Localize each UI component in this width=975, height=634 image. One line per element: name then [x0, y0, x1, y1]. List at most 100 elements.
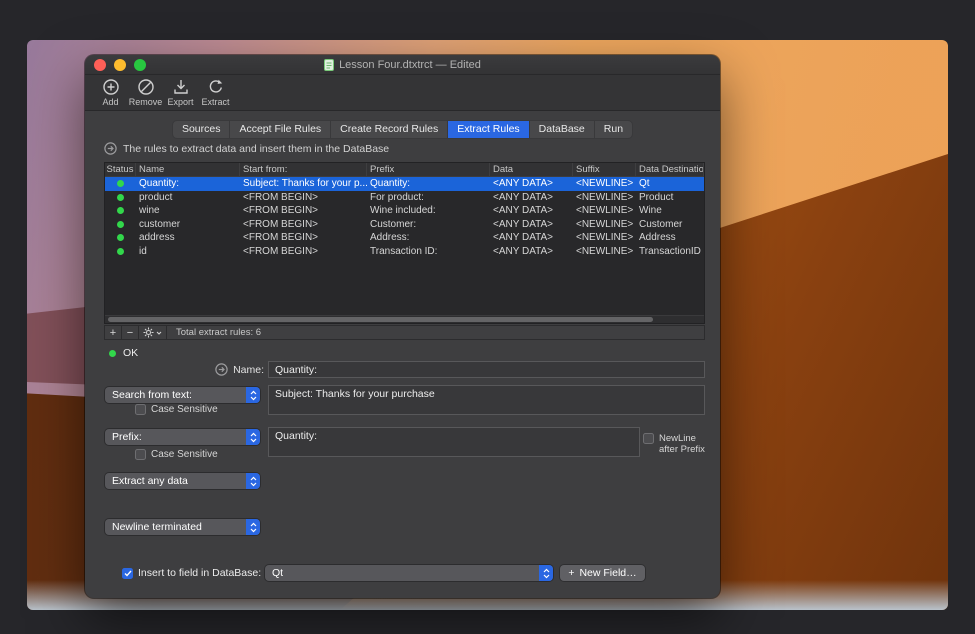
table-empty-area	[105, 258, 704, 315]
column-header-prefix[interactable]: Prefix	[367, 163, 490, 176]
cell-start: <FROM BEGIN>	[240, 246, 367, 257]
extract-data-popup[interactable]: Extract any data	[105, 473, 260, 489]
footer-remove-button[interactable]: −	[122, 326, 139, 339]
gear-icon	[143, 327, 154, 338]
export-button[interactable]: Export	[163, 77, 198, 107]
tab-create-record-rules[interactable]: Create Record Rules	[331, 121, 448, 138]
status-cell	[105, 207, 136, 214]
cell-destination: Wine	[636, 205, 704, 216]
insert-to-field-label: Insert to field in DataBase:	[138, 567, 261, 579]
extract-data-popup-value: Extract any data	[105, 475, 246, 487]
newline-after-prefix-row: NewLine after Prefix	[643, 433, 709, 455]
newline-after-prefix-label: NewLine after Prefix	[659, 433, 709, 455]
cell-name: product	[136, 192, 240, 203]
footer-add-button[interactable]: +	[105, 326, 122, 339]
cell-start: <FROM BEGIN>	[240, 232, 367, 243]
column-header-data[interactable]: Data	[490, 163, 573, 176]
tab-database[interactable]: DataBase	[530, 121, 595, 138]
arrow-circle-icon	[215, 363, 228, 376]
close-button[interactable]	[94, 59, 106, 71]
start-from-popup-value: Search from text:	[105, 389, 246, 401]
document-icon	[324, 59, 334, 71]
column-header-start-from[interactable]: Start from:	[240, 163, 367, 176]
cell-suffix: <NEWLINE>	[573, 219, 636, 230]
table-row[interactable]: customer <FROM BEGIN> Customer: <ANY DAT…	[105, 218, 704, 232]
tab-accept-file-rules[interactable]: Accept File Rules	[230, 121, 331, 138]
export-button-label: Export	[167, 97, 193, 107]
traffic-lights	[94, 59, 146, 71]
horizontal-scrollbar[interactable]	[105, 315, 704, 323]
status-label: OK	[123, 347, 138, 359]
remove-button-label: Remove	[129, 97, 163, 107]
table-row[interactable]: Quantity: Subject: Thanks for your p... …	[105, 177, 704, 191]
cell-name: customer	[136, 219, 240, 230]
status-cell	[105, 234, 136, 241]
column-header-data-destination[interactable]: Data Destination	[636, 163, 704, 176]
cell-data: <ANY DATA>	[490, 192, 573, 203]
name-label: Name:	[233, 364, 264, 376]
add-button-label: Add	[102, 97, 118, 107]
status-ok-icon	[117, 207, 124, 214]
tab-run[interactable]: Run	[595, 121, 632, 138]
cell-destination: Product	[636, 192, 704, 203]
popup-stepper-icon	[246, 473, 260, 489]
add-button[interactable]: Add	[93, 77, 128, 107]
status-ok-icon	[117, 248, 124, 255]
name-row: Name:	[104, 363, 264, 376]
database-field-popup[interactable]: Qt	[265, 565, 553, 581]
total-rules-label: Total extract rules: 6	[167, 327, 261, 338]
column-header-suffix[interactable]: Suffix	[573, 163, 636, 176]
tab-sources[interactable]: Sources	[173, 121, 231, 138]
prefix-popup[interactable]: Prefix:	[105, 429, 260, 445]
insert-to-field-row: Insert to field in DataBase:	[122, 567, 261, 579]
column-header-status[interactable]: Status	[105, 163, 136, 176]
status-cell	[105, 194, 136, 201]
prefix-text-field[interactable]: Quantity:	[268, 427, 640, 457]
segmented-control: Sources Accept File Rules Create Record …	[172, 120, 633, 139]
table-row[interactable]: address <FROM BEGIN> Address: <ANY DATA>…	[105, 231, 704, 245]
table-row[interactable]: wine <FROM BEGIN> Wine included: <ANY DA…	[105, 204, 704, 218]
new-field-button[interactable]: + New Field…	[560, 565, 645, 581]
remove-button[interactable]: Remove	[128, 77, 163, 107]
table-footer-bar: + − Total extract rules: 6	[104, 325, 705, 340]
cell-name: address	[136, 232, 240, 243]
table-row[interactable]: product <FROM BEGIN> For product: <ANY D…	[105, 191, 704, 205]
prefix-case-sensitive-row: Case Sensitive	[135, 449, 218, 460]
extract-button[interactable]: Extract	[198, 77, 233, 107]
insert-to-field-checkbox[interactable]	[122, 568, 133, 579]
search-text-field[interactable]: Subject: Thanks for your purchase	[268, 385, 705, 415]
search-case-sensitive-checkbox[interactable]	[135, 404, 146, 415]
start-from-popup[interactable]: Search from text:	[105, 387, 260, 403]
suffix-popup[interactable]: Newline terminated	[105, 519, 260, 535]
extract-refresh-icon	[206, 77, 226, 97]
table-row[interactable]: id <FROM BEGIN> Transaction ID: <ANY DAT…	[105, 245, 704, 259]
cell-suffix: <NEWLINE>	[573, 232, 636, 243]
description-row: The rules to extract data and insert the…	[104, 142, 389, 155]
cell-suffix: <NEWLINE>	[573, 246, 636, 257]
status-ok-icon	[117, 194, 124, 201]
popup-stepper-icon	[246, 429, 260, 445]
cell-data: <ANY DATA>	[490, 246, 573, 257]
scrollbar-thumb[interactable]	[108, 317, 653, 322]
tab-extract-rules[interactable]: Extract Rules	[448, 121, 529, 138]
prefix-case-sensitive-checkbox[interactable]	[135, 449, 146, 460]
footer-action-menu-button[interactable]	[139, 326, 167, 339]
description-text: The rules to extract data and insert the…	[123, 143, 389, 155]
extract-button-label: Extract	[201, 97, 229, 107]
cell-prefix: For product:	[367, 192, 490, 203]
prefix-case-sensitive-label: Case Sensitive	[151, 449, 218, 460]
search-case-sensitive-row: Case Sensitive	[135, 404, 218, 415]
titlebar[interactable]: Lesson Four.dtxtrct — Edited	[85, 55, 720, 75]
database-field-popup-value: Qt	[265, 567, 539, 579]
status-cell	[105, 248, 136, 255]
column-header-name[interactable]: Name	[136, 163, 240, 176]
name-field[interactable]: Quantity:	[268, 361, 705, 378]
cell-name: id	[136, 246, 240, 257]
cell-prefix: Quantity:	[367, 178, 490, 189]
newline-after-prefix-checkbox[interactable]	[643, 433, 654, 444]
plus-icon: +	[568, 567, 574, 579]
export-icon	[171, 77, 191, 97]
minimize-button[interactable]	[114, 59, 126, 71]
zoom-button[interactable]	[134, 59, 146, 71]
cell-suffix: <NEWLINE>	[573, 178, 636, 189]
